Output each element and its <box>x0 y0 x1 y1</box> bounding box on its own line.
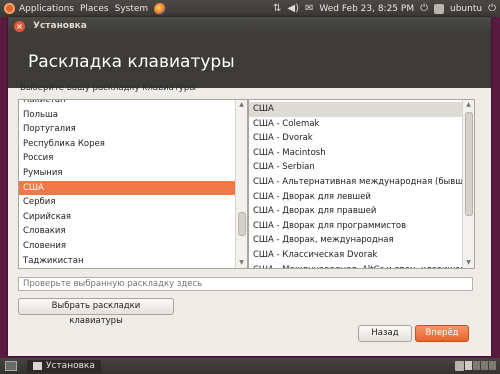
page-title: Раскладка клавиатуры <box>28 51 235 72</box>
scroll-thumb[interactable] <box>238 212 246 236</box>
network-icon[interactable]: ⇅ <box>273 3 281 14</box>
session-icon[interactable]: ⏻ <box>488 3 496 14</box>
variant-list-item[interactable]: США - Serbian <box>249 160 463 175</box>
country-list-item[interactable]: США <box>19 180 236 196</box>
window-title: Установка <box>33 21 87 31</box>
country-list-item[interactable]: Румыния <box>19 166 236 181</box>
layout-country-list[interactable]: Пакистан Польша Португалия Республика Корея… <box>18 99 248 269</box>
installer-icon <box>33 362 42 370</box>
back-button[interactable]: Назад <box>358 325 412 342</box>
variant-list-item[interactable]: США <box>249 102 463 117</box>
menu-bar: Applications Places System <box>0 2 167 15</box>
variant-list-item[interactable]: США - Классическая Dvorak <box>249 248 463 263</box>
layout-test-input[interactable] <box>18 277 473 291</box>
menu-system[interactable]: System <box>115 4 149 14</box>
country-list-item[interactable]: Пакистан <box>19 100 236 108</box>
variant-list-item[interactable]: США - Дворак для программистов <box>249 219 463 234</box>
mail-icon[interactable]: ✉ <box>305 3 313 14</box>
volume-icon[interactable]: ◀) <box>287 3 299 14</box>
show-desktop-icon[interactable] <box>5 361 17 371</box>
menu-applications[interactable]: Applications <box>19 4 74 14</box>
variant-list-item[interactable]: США - Colemak <box>249 117 463 132</box>
country-list-item[interactable]: Словения <box>19 239 236 254</box>
country-list-item[interactable]: Сербия <box>19 195 236 210</box>
system-tray: ⇅ ◀) ✉ Wed Feb 23, 8:25 PM ⏻ ubuntu ⏻ <box>273 0 496 17</box>
bottom-panel: Установка <box>0 358 500 374</box>
user-name[interactable]: ubuntu <box>450 4 482 14</box>
clock[interactable]: Wed Feb 23, 8:25 PM <box>319 4 414 14</box>
variant-list-item[interactable]: США - Дворак, международная <box>249 233 463 248</box>
next-button[interactable]: Вперёд <box>415 325 469 342</box>
user-icon <box>434 3 445 14</box>
variant-list-item[interactable]: США - Альтернативная международная (бывш… <box>249 175 463 190</box>
layout-prompt: Выберите вашу раскладку клавиатуры <box>20 83 196 93</box>
close-icon[interactable]: × <box>14 20 25 32</box>
country-list-item[interactable]: Словакия <box>19 224 236 239</box>
country-list-scrollbar[interactable]: ▲ ▼ <box>235 100 247 268</box>
scroll-down-icon[interactable]: ▼ <box>236 258 247 268</box>
top-panel: Applications Places System ⇅ ◀) ✉ Wed Fe… <box>0 0 500 17</box>
window-titlebar[interactable]: × Установка <box>8 17 491 35</box>
variant-list-item[interactable]: США - Macintosh <box>249 146 463 161</box>
taskbar-item-installer[interactable]: Установка <box>27 359 101 373</box>
country-list-item[interactable]: Россия <box>19 151 236 166</box>
scroll-up-icon[interactable]: ▲ <box>463 100 474 110</box>
page-header: Раскладка клавиатуры <box>8 35 491 88</box>
country-list-item[interactable]: Сирийская <box>19 210 236 225</box>
country-list-item[interactable]: Республика Корея <box>19 137 236 152</box>
scroll-up-icon[interactable]: ▲ <box>236 100 247 110</box>
variant-list-item[interactable]: США - Международная, AltGr и спец. клави… <box>249 263 463 268</box>
power-icon[interactable]: ⏻ <box>420 3 428 14</box>
country-list-item[interactable]: Таиланд <box>19 268 236 269</box>
workspace-switcher[interactable] <box>465 361 496 370</box>
firefox-icon[interactable] <box>154 2 167 15</box>
ubuntu-logo-icon <box>4 3 15 14</box>
workspace-1[interactable] <box>465 361 472 370</box>
country-list-item[interactable]: Польша <box>19 108 236 123</box>
workspace-3[interactable] <box>481 361 488 370</box>
scroll-down-icon[interactable]: ▼ <box>463 258 474 268</box>
workspace-4[interactable] <box>489 361 496 370</box>
country-list-item[interactable]: Португалия <box>19 122 236 137</box>
choose-layouts-button[interactable]: Выбрать раскладки клавиатуры <box>18 298 174 326</box>
trash-icon[interactable] <box>455 361 464 371</box>
variant-list-item[interactable]: США - Дворак для левшей <box>249 190 463 205</box>
menu-places[interactable]: Places <box>80 4 109 14</box>
taskbar-item-label: Установка <box>46 361 95 371</box>
variant-list-item[interactable]: США - Dvorak <box>249 131 463 146</box>
workspace-2[interactable] <box>473 361 480 370</box>
layout-variant-list[interactable]: США США - Colemak США - Dvorak США - Macint… <box>248 99 475 269</box>
variant-list-item[interactable]: США - Дворак для правшей <box>249 204 463 219</box>
scroll-thumb[interactable] <box>465 112 473 216</box>
country-list-item[interactable]: Таджикистан <box>19 254 236 268</box>
variant-list-scrollbar[interactable]: ▲ ▼ <box>462 100 474 268</box>
